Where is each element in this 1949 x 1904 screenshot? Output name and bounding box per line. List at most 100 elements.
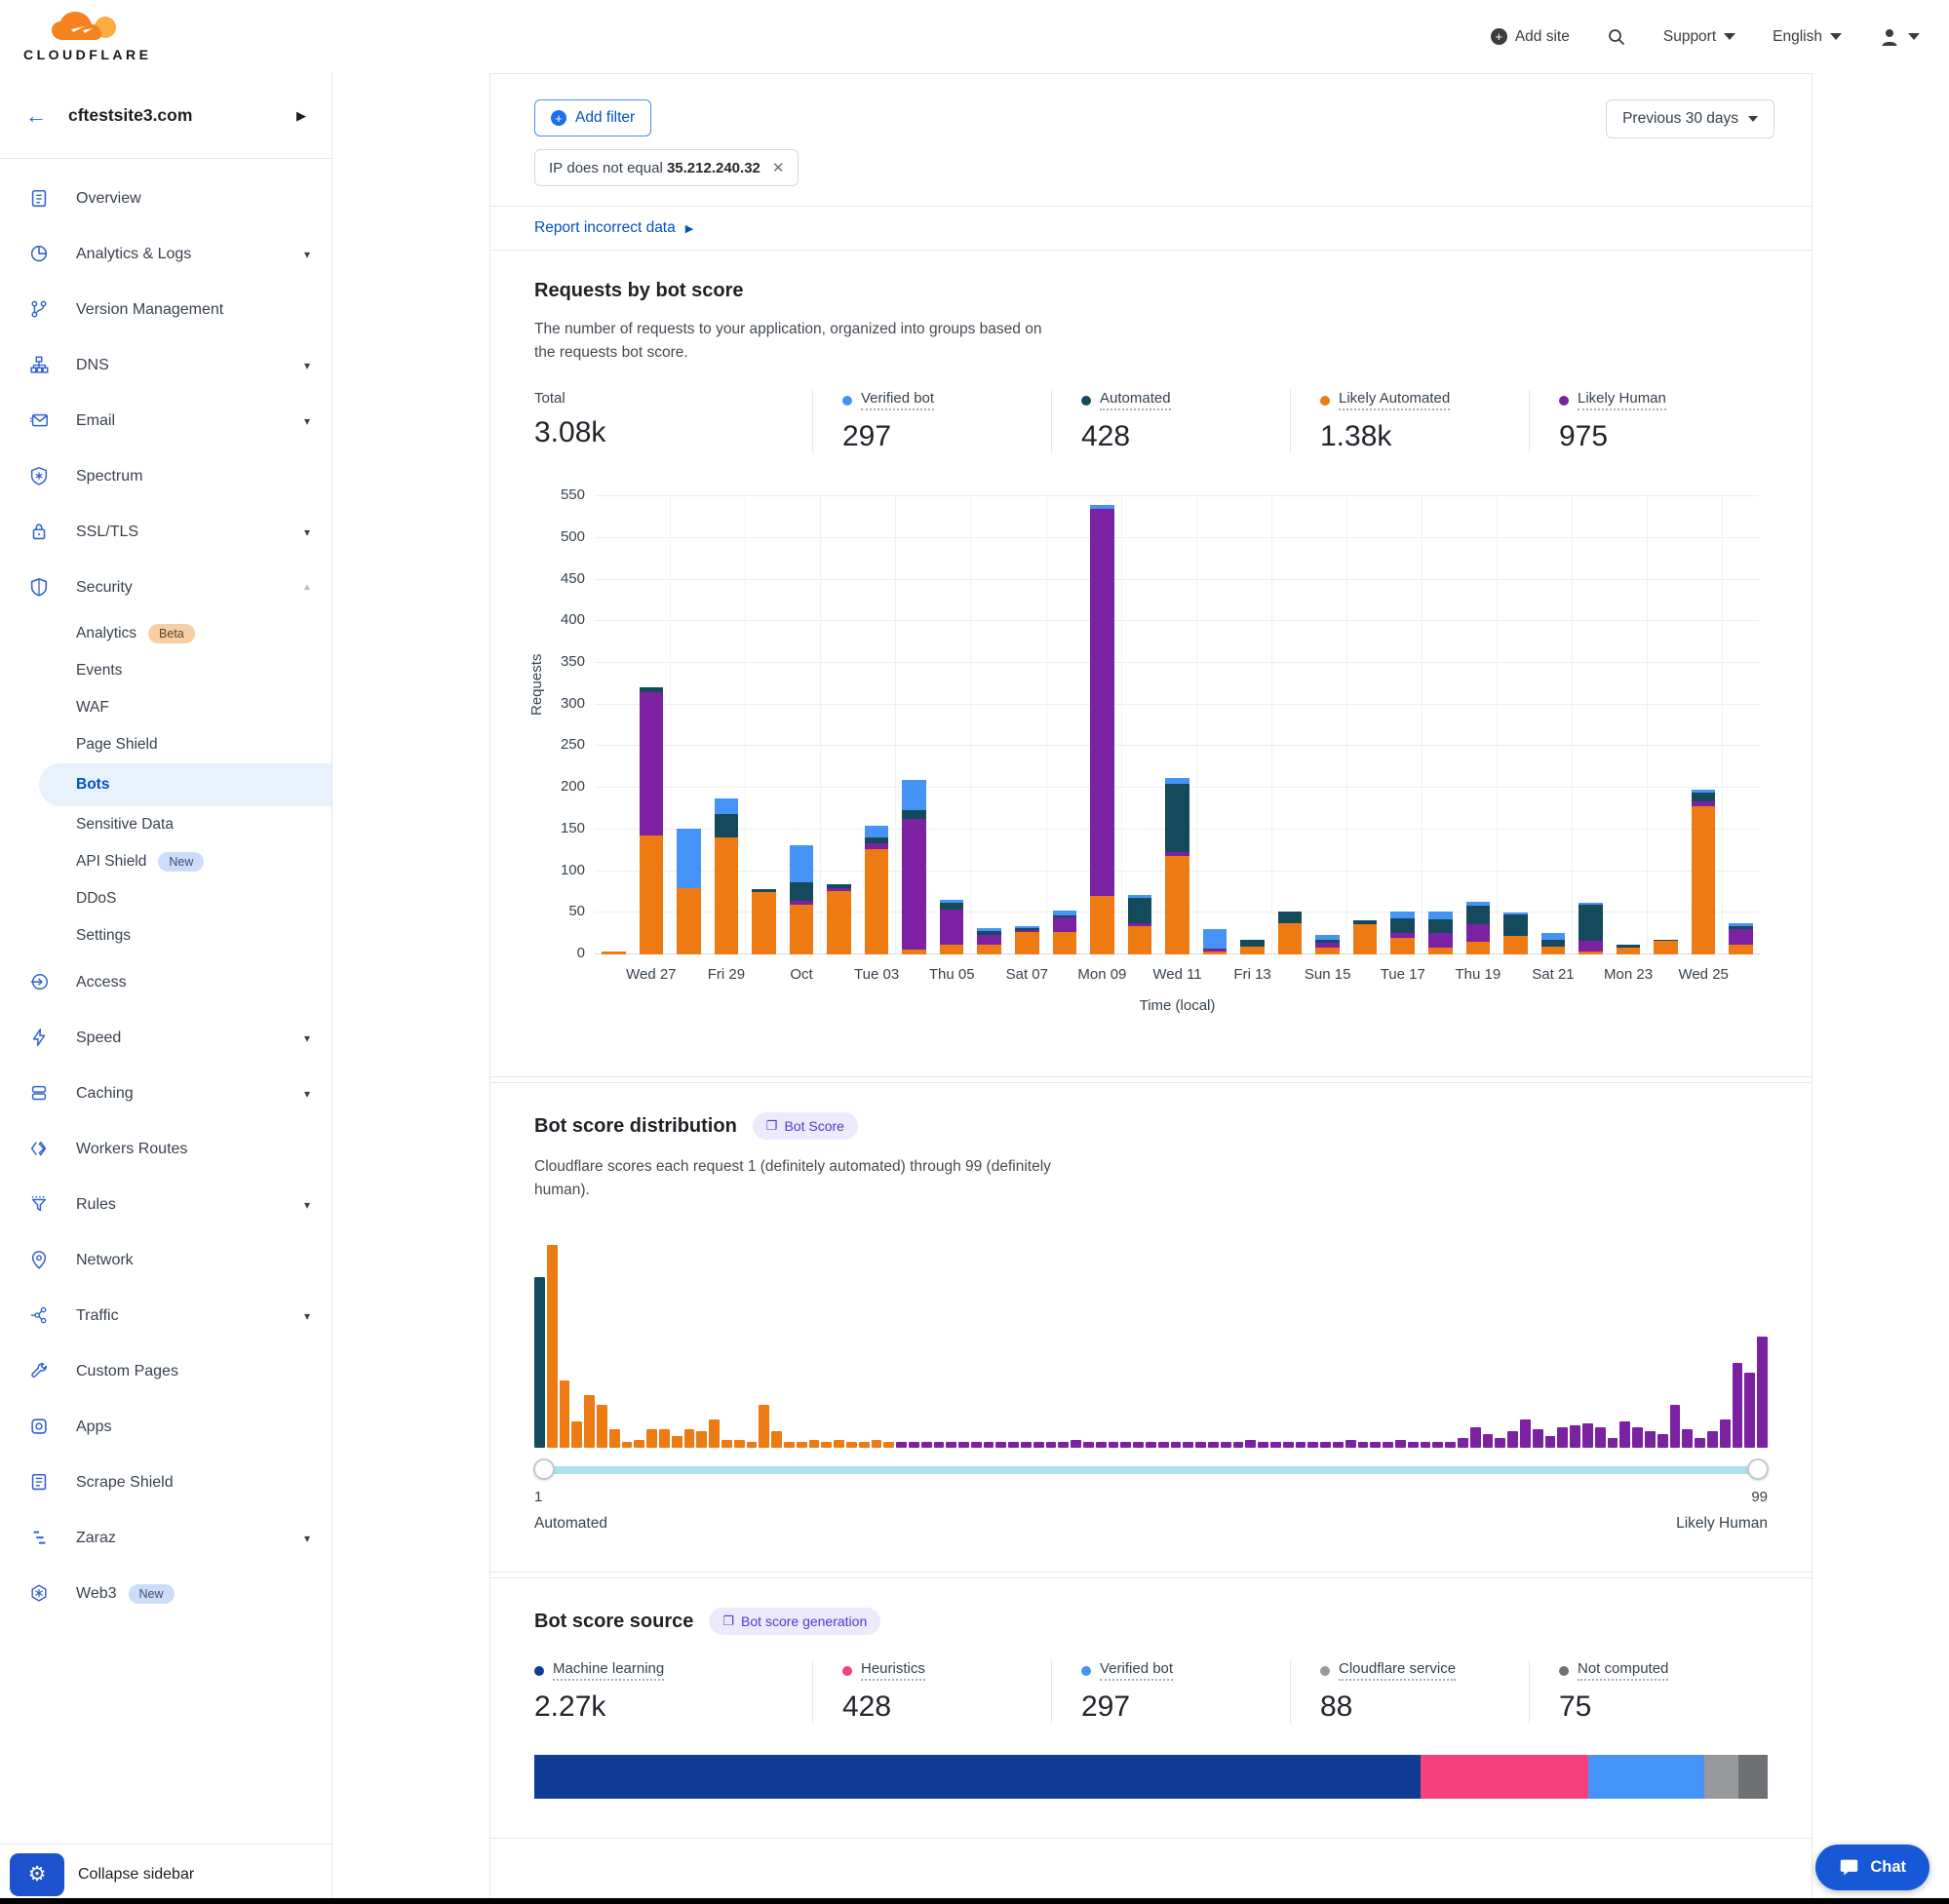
histogram-bar-score-97[interactable] [1733, 1363, 1743, 1448]
histogram-bar-score-19[interactable] [759, 1405, 769, 1448]
histogram-bar-score-38[interactable] [995, 1442, 1006, 1448]
source-segment-not-computed[interactable] [1738, 1755, 1768, 1799]
histogram-bar-score-48[interactable] [1120, 1442, 1131, 1448]
histogram-bar-score-9[interactable] [634, 1440, 644, 1448]
histogram-bar-score-34[interactable] [946, 1442, 956, 1448]
sidebar-subitem-sensitive-data[interactable]: Sensitive Data [0, 806, 331, 843]
stacked-bar[interactable] [1729, 923, 1753, 954]
histogram-bar-score-37[interactable] [984, 1442, 994, 1448]
sidebar-item-scrape-shield[interactable]: Scrape Shield [0, 1455, 331, 1510]
histogram-bar-score-6[interactable] [597, 1405, 607, 1448]
histogram-bar-score-16[interactable] [721, 1440, 732, 1448]
stacked-bar[interactable] [1353, 920, 1378, 954]
chat-button[interactable]: Chat [1815, 1845, 1930, 1890]
histogram-bar-score-69[interactable] [1383, 1442, 1393, 1448]
collapse-sidebar-button[interactable]: Collapse sidebar [78, 1866, 194, 1884]
histogram-bar-score-58[interactable] [1245, 1440, 1256, 1448]
add-site-button[interactable]: + Add site [1491, 28, 1570, 46]
cloudflare-logo[interactable]: CLOUDFLARE [23, 11, 151, 62]
histogram-bar-score-81[interactable] [1533, 1429, 1543, 1448]
histogram-bar-score-59[interactable] [1258, 1442, 1268, 1448]
sidebar-item-network[interactable]: Network [0, 1232, 331, 1288]
histogram-bar-score-26[interactable] [846, 1442, 857, 1448]
histogram-bar-score-23[interactable] [809, 1440, 820, 1448]
sidebar-item-rules[interactable]: Rules▾ [0, 1177, 331, 1232]
histogram-bar-score-72[interactable] [1421, 1442, 1431, 1448]
histogram-bar-score-11[interactable] [659, 1429, 670, 1448]
support-menu[interactable]: Support [1663, 28, 1735, 46]
back-arrow-icon[interactable]: ← [25, 103, 47, 129]
histogram-bar-score-78[interactable] [1495, 1438, 1505, 1448]
stacked-bar[interactable] [977, 928, 1001, 954]
histogram-bar-score-68[interactable] [1370, 1442, 1381, 1448]
histogram-bar-score-62[interactable] [1296, 1442, 1306, 1448]
histogram-bar-score-45[interactable] [1083, 1442, 1094, 1448]
stacked-bar[interactable] [1090, 505, 1114, 954]
bot-score-doc-badge[interactable]: ❐ Bot Score [753, 1112, 858, 1140]
quick-settings-button[interactable]: ⚙ [10, 1853, 64, 1896]
sidebar-item-caching[interactable]: Caching▾ [0, 1066, 331, 1121]
histogram-bar-score-98[interactable] [1744, 1373, 1755, 1448]
histogram-bar-score-20[interactable] [771, 1431, 782, 1448]
histogram-bar-score-51[interactable] [1158, 1442, 1169, 1448]
histogram-bar-score-70[interactable] [1395, 1440, 1406, 1448]
histogram-bar-score-63[interactable] [1307, 1442, 1318, 1448]
stacked-bar[interactable] [1315, 935, 1340, 954]
sidebar-item-apps[interactable]: Apps [0, 1399, 331, 1455]
histogram-bar-score-84[interactable] [1570, 1425, 1580, 1448]
stacked-bar[interactable] [1203, 929, 1228, 954]
stacked-bar[interactable] [940, 900, 964, 954]
histogram-bar-score-99[interactable] [1757, 1337, 1768, 1448]
histogram-bar-score-73[interactable] [1432, 1442, 1443, 1448]
filter-chip[interactable]: IP does not equal 35.212.240.32 ✕ [534, 149, 799, 186]
stacked-bar[interactable] [1240, 940, 1265, 954]
sidebar-item-traffic[interactable]: Traffic▾ [0, 1288, 331, 1343]
histogram-bar-score-41[interactable] [1033, 1442, 1044, 1448]
histogram-bar-score-65[interactable] [1333, 1442, 1344, 1448]
histogram-bar-score-83[interactable] [1557, 1427, 1568, 1448]
stacked-bar[interactable] [1466, 902, 1491, 954]
histogram-bar-score-92[interactable] [1670, 1405, 1681, 1448]
stacked-bar[interactable] [902, 780, 926, 954]
stacked-bar[interactable] [1128, 895, 1152, 954]
histogram-bar-score-36[interactable] [971, 1442, 982, 1448]
histogram-bar-score-88[interactable] [1619, 1421, 1630, 1448]
histogram-bar-score-4[interactable] [571, 1421, 582, 1448]
histogram-bar-score-8[interactable] [622, 1442, 633, 1448]
sidebar-subitem-page-shield[interactable]: Page Shield [0, 726, 331, 763]
time-range-dropdown[interactable]: Previous 30 days [1606, 99, 1774, 138]
slider-track[interactable] [544, 1466, 1758, 1474]
histogram-bar-score-40[interactable] [1021, 1442, 1032, 1448]
sidebar-item-access[interactable]: Access [0, 954, 331, 1010]
source-segment-cloudflare-service[interactable] [1704, 1755, 1738, 1799]
histogram-bar-score-74[interactable] [1445, 1442, 1456, 1448]
histogram-bar-score-18[interactable] [747, 1442, 758, 1448]
histogram-bar-score-79[interactable] [1507, 1431, 1518, 1448]
histogram-bar-score-17[interactable] [734, 1440, 745, 1448]
histogram-bar-score-3[interactable] [560, 1380, 570, 1448]
account-menu[interactable] [1879, 26, 1920, 48]
histogram-bar-score-61[interactable] [1283, 1442, 1294, 1448]
histogram-bar-score-43[interactable] [1058, 1442, 1069, 1448]
histogram-bar-score-49[interactable] [1133, 1442, 1144, 1448]
histogram-bar-score-47[interactable] [1109, 1442, 1119, 1448]
stacked-bar[interactable] [1692, 790, 1716, 954]
sidebar-item-web3[interactable]: Web3New [0, 1566, 331, 1621]
histogram-bar-score-57[interactable] [1233, 1442, 1244, 1448]
stacked-bar[interactable] [640, 687, 664, 954]
histogram-bar-score-77[interactable] [1483, 1434, 1494, 1449]
sidebar-item-dns[interactable]: DNS▾ [0, 337, 331, 393]
sidebar-subitem-api-shield[interactable]: API ShieldNew [0, 843, 331, 880]
sidebar-item-ssl-tls[interactable]: SSL/TLS▾ [0, 504, 331, 560]
sidebar-item-custom-pages[interactable]: Custom Pages [0, 1343, 331, 1399]
stacked-bar[interactable] [1654, 940, 1678, 954]
histogram-bar-score-71[interactable] [1408, 1442, 1419, 1448]
histogram-bar-score-55[interactable] [1208, 1442, 1219, 1448]
histogram-bar-score-21[interactable] [784, 1442, 795, 1448]
histogram-bar-score-25[interactable] [834, 1440, 844, 1448]
slider-handle-min[interactable] [533, 1458, 555, 1480]
histogram-bar-score-90[interactable] [1645, 1431, 1656, 1448]
sidebar-item-security[interactable]: Security▾ [0, 560, 331, 615]
histogram-bar-score-2[interactable] [547, 1245, 558, 1448]
source-segment-heuristics[interactable] [1421, 1755, 1587, 1799]
